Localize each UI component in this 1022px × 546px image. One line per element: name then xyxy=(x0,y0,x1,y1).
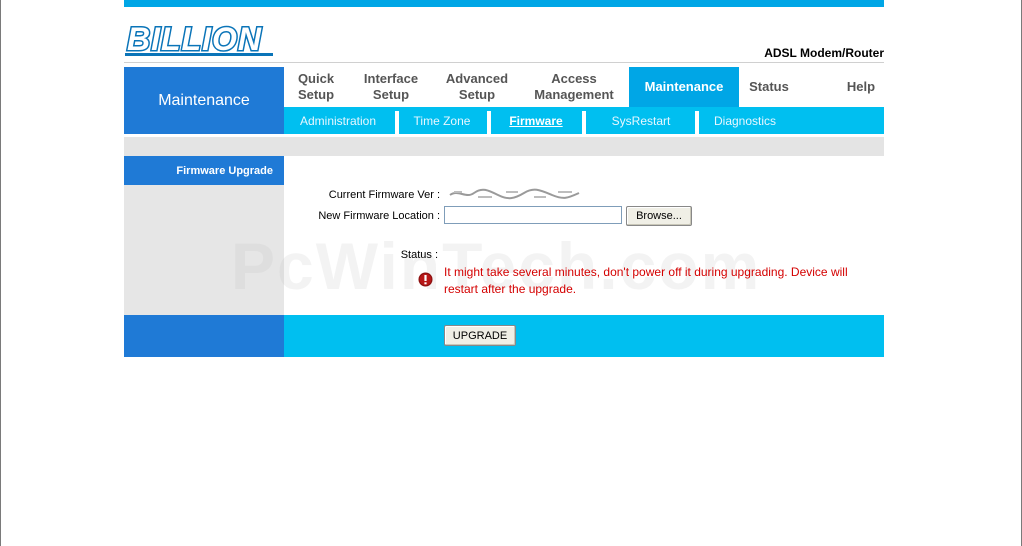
tab-label: Status xyxy=(749,79,789,94)
tab-quick-setup[interactable]: Quick Setup xyxy=(290,67,342,107)
tab-label: Interface xyxy=(363,71,419,86)
browse-button[interactable]: Browse... xyxy=(626,206,692,226)
tab-label: Management xyxy=(534,87,614,102)
footer-left-panel xyxy=(124,315,284,357)
svg-text:BILLION: BILLION xyxy=(127,21,262,57)
tab-label: Maintenance xyxy=(644,79,724,94)
tab-access-management[interactable]: Access Management xyxy=(525,67,623,107)
tab-interface-setup[interactable]: Interface Setup xyxy=(353,67,429,107)
tab-label: Advanced xyxy=(445,71,509,86)
warning-icon xyxy=(418,272,433,287)
content-header-band xyxy=(124,137,884,156)
subtab-separator xyxy=(582,111,586,134)
tab-maintenance[interactable]: Maintenance xyxy=(629,67,739,107)
status-message: It might take several minutes, don't pow… xyxy=(444,265,848,296)
subtab-administration[interactable]: Administration xyxy=(292,111,384,131)
product-name: ADSL Modem/Router xyxy=(764,46,884,60)
new-firmware-location-label: New Firmware Location : xyxy=(318,210,440,222)
tab-label: Setup xyxy=(458,87,496,102)
subtab-separator xyxy=(695,111,699,134)
subtab-time-zone[interactable]: Time Zone xyxy=(405,111,479,131)
sidebar-heading: Firmware Upgrade xyxy=(124,156,284,185)
tab-advanced-setup[interactable]: Advanced Setup xyxy=(439,67,515,107)
top-accent-bar xyxy=(124,0,884,7)
tab-label: Quick xyxy=(297,71,335,86)
footer-action-bar xyxy=(284,315,884,357)
firmware-file-input[interactable] xyxy=(444,206,622,224)
tab-label: Setup xyxy=(372,87,410,102)
current-firmware-label: Current Firmware Ver : xyxy=(328,189,440,201)
subtab-diagnostics[interactable]: Diagnostics xyxy=(706,111,784,131)
tab-help[interactable]: Help xyxy=(839,67,883,107)
subtab-separator xyxy=(395,111,399,134)
tab-status[interactable]: Status xyxy=(741,67,797,107)
status-label: Status : xyxy=(400,249,438,261)
billion-logo: BILLION BILLION xyxy=(125,21,273,57)
subtab-separator xyxy=(487,111,491,134)
tab-label: Help xyxy=(846,79,876,94)
subtab-sysrestart[interactable]: SysRestart xyxy=(597,111,685,131)
header-divider xyxy=(124,62,884,63)
tab-label: Access xyxy=(551,71,597,86)
tab-label: Setup xyxy=(297,87,335,102)
upgrade-button[interactable]: UPGRADE xyxy=(444,325,516,346)
section-title: Maintenance xyxy=(124,67,284,134)
firmware-version-image xyxy=(449,188,580,200)
subtab-firmware[interactable]: Firmware xyxy=(498,111,574,131)
